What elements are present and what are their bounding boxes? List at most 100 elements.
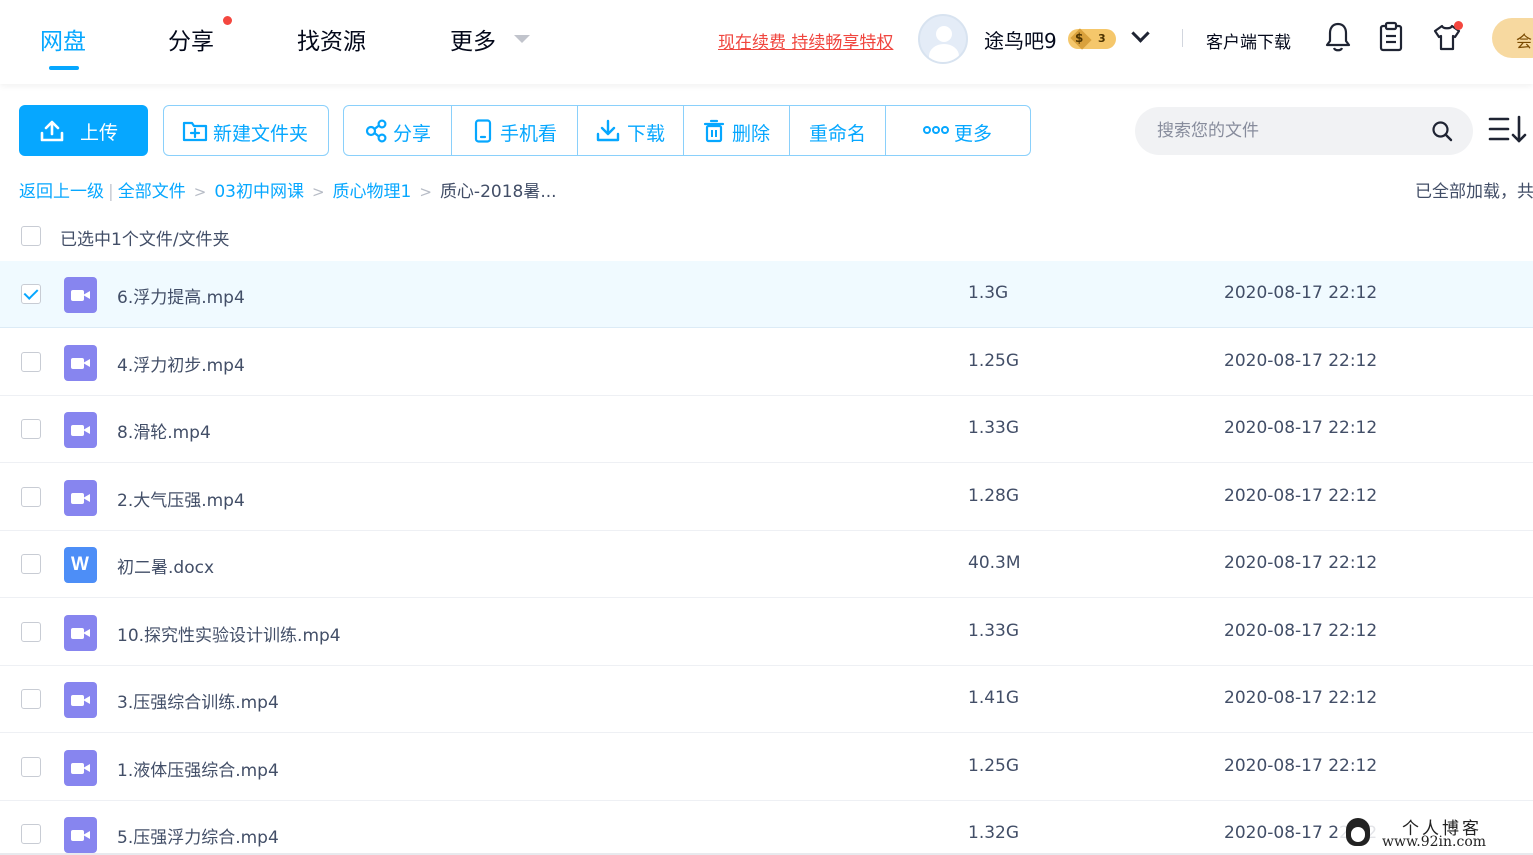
new-folder-label: 新建文件夹 [213,123,309,145]
file-name[interactable]: 2.大气压强.mp4 [117,486,245,511]
file-name[interactable]: 1.液体压强综合.mp4 [117,756,279,781]
row-checkbox[interactable] [21,554,41,574]
file-name[interactable]: 8.滑轮.mp4 [117,418,211,443]
clipboard-icon[interactable] [1376,20,1406,54]
top-navbar: 网盘 分享 找资源 更多 现在续费 持续畅享特权 途鸟吧9 $ 3 客户端下载 … [0,0,1533,84]
phone-icon [474,119,492,143]
tab-find-resources[interactable]: 找资源 [297,22,366,56]
file-name[interactable]: 5.压强浮力综合.mp4 [117,823,279,848]
new-folder-button[interactable]: 新建文件夹 [163,105,329,156]
video-file-icon [64,412,97,448]
file-name[interactable]: 10.探究性实验设计训练.mp4 [117,621,341,646]
file-modified-time: 2020-08-17 22:12 [1224,688,1378,708]
more-actions-button[interactable]: 更多 [886,106,1030,155]
row-checkbox[interactable] [21,487,41,507]
file-row[interactable]: 1.液体压强综合.mp4 1.25G 2020-08-17 22:12 [0,734,1533,801]
download-icon [596,119,620,142]
username[interactable]: 途鸟吧9 [984,25,1057,54]
member-label: 会 [1516,32,1533,51]
row-checkbox[interactable] [21,757,41,777]
row-checkbox[interactable] [21,824,41,844]
file-row[interactable]: 10.探究性实验设计训练.mp4 1.33G 2020-08-17 22:12 [0,599,1533,666]
file-row[interactable]: 5.压强浮力综合.mp4 1.32G 2020-08-17 22:12 [0,801,1533,855]
vip-level-badge[interactable]: $ 3 [1068,28,1116,50]
search-icon[interactable] [1431,120,1453,142]
selection-summary: 已选中1个文件/文件夹 [60,230,230,250]
share-button[interactable]: 分享 [344,106,451,155]
upload-button[interactable]: 上传 [19,105,148,156]
file-row[interactable]: 6.浮力提高.mp4 1.3G 2020-08-17 22:12 [0,261,1533,328]
file-size: 1.28G [968,486,1020,506]
file-action-group: 分享 手机看 下载 删除 重命名 更多 [343,105,1031,156]
file-row[interactable]: 8.滑轮.mp4 1.33G 2020-08-17 22:12 [0,396,1533,463]
watermark-url: www.92in.com [1382,834,1487,850]
breadcrumb-back-link[interactable]: 返回上一级 [19,177,104,202]
video-file-icon [64,277,97,313]
download-button[interactable]: 下载 [578,106,683,155]
file-modified-time: 2020-08-17 22:12 [1224,283,1378,303]
file-row[interactable]: 2.大气压强.mp4 1.28G 2020-08-17 22:12 [0,464,1533,531]
tab-netdisk[interactable]: 网盘 [40,22,86,56]
more-actions-label: 更多 [954,123,993,145]
file-name[interactable]: 6.浮力提高.mp4 [117,283,245,308]
delete-button[interactable]: 删除 [684,106,789,155]
breadcrumb-chevron-icon: > [419,183,432,201]
breadcrumb-item-folder[interactable]: 03初中网课 [214,177,304,202]
row-checkbox[interactable] [21,284,41,304]
video-file-icon [64,480,97,516]
row-checkbox[interactable] [21,419,41,439]
renew-link[interactable]: 现在续费 持续畅享特权 [718,28,893,53]
more-dropdown-caret-icon[interactable] [514,35,530,43]
file-name[interactable]: 4.浮力初步.mp4 [117,351,245,376]
member-button[interactable]: 会 [1492,18,1533,58]
file-size: 1.3G [968,283,1009,303]
file-modified-time: 2020-08-17 22:12 [1224,486,1378,506]
file-row[interactable]: W 初二暑.docx 40.3M 2020-08-17 22:12 [0,531,1533,598]
video-file-icon [64,345,97,381]
divider [1182,29,1183,47]
row-checkbox[interactable] [21,689,41,709]
share-notification-dot [223,16,232,25]
breadcrumb-item-folder[interactable]: 质心物理1 [333,177,412,202]
file-size: 1.25G [968,351,1020,371]
upload-icon [40,120,64,142]
file-name[interactable]: 3.压强综合训练.mp4 [117,688,279,713]
file-modified-time: 2020-08-17 22:12 [1224,756,1378,776]
search-input[interactable] [1157,118,1417,144]
file-name[interactable]: 初二暑.docx [117,553,214,578]
video-file-icon [64,615,97,651]
bell-icon[interactable] [1323,20,1353,54]
client-download-link[interactable]: 客户端下载 [1206,28,1291,53]
trash-icon [703,119,725,143]
file-size: 1.33G [968,621,1020,641]
more-dots-icon [923,126,949,134]
vip-level: 3 [1098,32,1106,45]
breadcrumb-chevron-icon: > [193,183,207,201]
breadcrumb-current: 质心-2018暑... [439,182,557,202]
file-size: 40.3M [968,553,1021,573]
rename-button[interactable]: 重命名 [790,106,885,155]
video-file-icon [64,817,97,853]
mobile-view-label: 手机看 [500,123,558,145]
file-row[interactable]: 3.压强综合训练.mp4 1.41G 2020-08-17 22:12 [0,666,1533,733]
tab-share[interactable]: 分享 [168,22,214,56]
avatar[interactable] [918,14,968,64]
tab-more[interactable]: 更多 [450,22,496,56]
row-checkbox[interactable] [21,622,41,642]
file-row[interactable]: 4.浮力初步.mp4 1.25G 2020-08-17 22:12 [0,329,1533,396]
file-modified-time: 2020-08-17 22:12 [1224,621,1378,641]
sort-icon[interactable] [1488,115,1528,145]
mobile-view-button[interactable]: 手机看 [452,106,577,155]
file-size: 1.32G [968,823,1020,843]
file-modified-time: 2020-08-17 22:12 [1224,553,1378,573]
file-size: 1.25G [968,756,1020,776]
account-menu-chevron-icon[interactable] [1131,24,1150,43]
select-all-checkbox[interactable] [21,226,41,246]
download-label: 下载 [627,123,666,145]
file-size: 1.33G [968,418,1020,438]
new-folder-icon [182,121,208,142]
rename-label: 重命名 [809,123,867,145]
share-icon [365,119,387,143]
breadcrumb-item-all-files[interactable]: 全部文件 [118,177,186,202]
row-checkbox[interactable] [21,352,41,372]
